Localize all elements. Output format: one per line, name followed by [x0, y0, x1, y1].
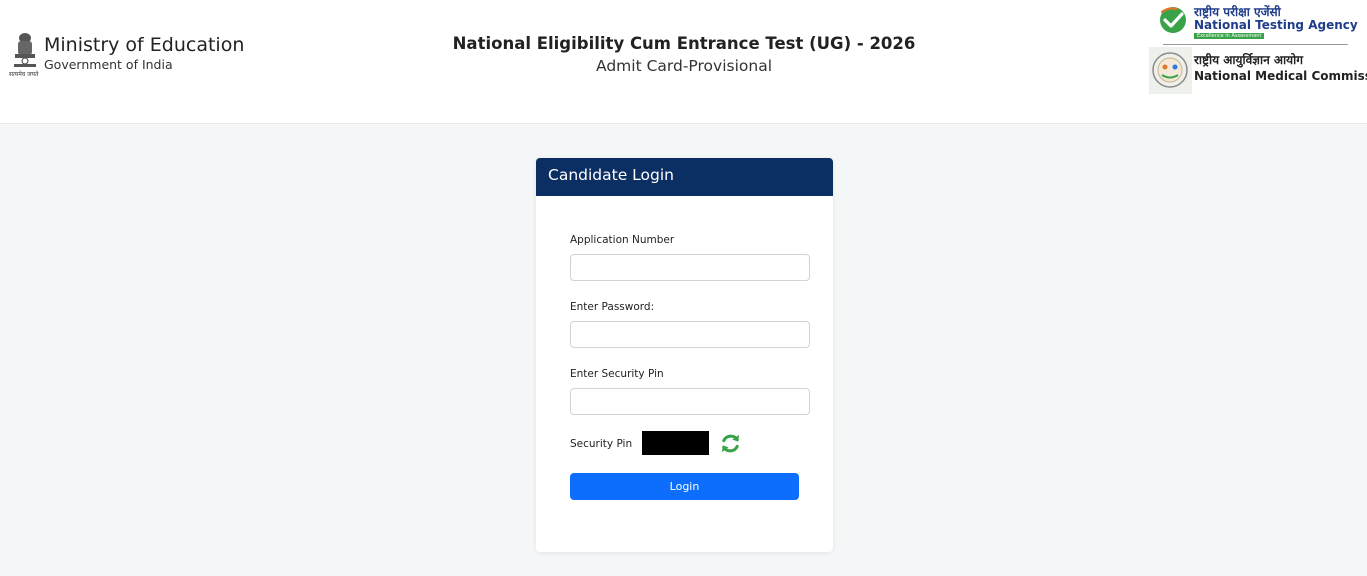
security-pin-label: Enter Security Pin [570, 368, 664, 380]
ministry-branding: सत्यमेव जयते Ministry of Education Gover… [9, 30, 249, 80]
nta-check-logo-icon [1160, 7, 1186, 33]
nmc-logo-icon [1149, 47, 1192, 94]
nmc-hindi-name: राष्ट्रीय आयुर्विज्ञान आयोग [1194, 53, 1304, 67]
nta-name: National Testing Agency [1194, 18, 1358, 32]
emblem-motto: सत्यमेव जयते [9, 71, 39, 78]
exam-title-block: National Eligibility Cum Entrance Test (… [434, 34, 934, 75]
nmc-logo: राष्ट्रीय आयुर्विज्ञान आयोग National Med… [1149, 47, 1367, 95]
refresh-icon[interactable] [719, 432, 742, 455]
login-card-header: Candidate Login [536, 158, 833, 196]
captcha-image [642, 431, 709, 455]
captcha-label: Security Pin [570, 438, 633, 450]
candidate-login-card: Candidate Login Application Number Enter… [536, 158, 833, 552]
login-title: Candidate Login [548, 166, 674, 184]
password-label: Enter Password: [570, 301, 655, 313]
ministry-subtitle: Government of India [44, 57, 173, 72]
nmc-name: National Medical Commission [1194, 69, 1367, 83]
exam-subtitle: Admit Card-Provisional [596, 57, 772, 75]
password-input[interactable] [570, 321, 810, 348]
page-header: सत्यमेव जयते Ministry of Education Gover… [0, 0, 1367, 124]
application-number-label: Application Number [570, 234, 675, 246]
application-number-input[interactable] [570, 254, 810, 281]
nta-tagline: Excellence in Assessment [1194, 33, 1265, 39]
security-pin-input[interactable] [570, 388, 810, 415]
nta-logo: राष्ट्रीय परीक्षा एजेंसी National Testin… [1158, 3, 1358, 45]
exam-title: National Eligibility Cum Entrance Test (… [452, 34, 916, 53]
login-button[interactable]: Login [570, 473, 799, 500]
ministry-title: Ministry of Education [44, 34, 245, 56]
logo-divider [1163, 44, 1348, 45]
